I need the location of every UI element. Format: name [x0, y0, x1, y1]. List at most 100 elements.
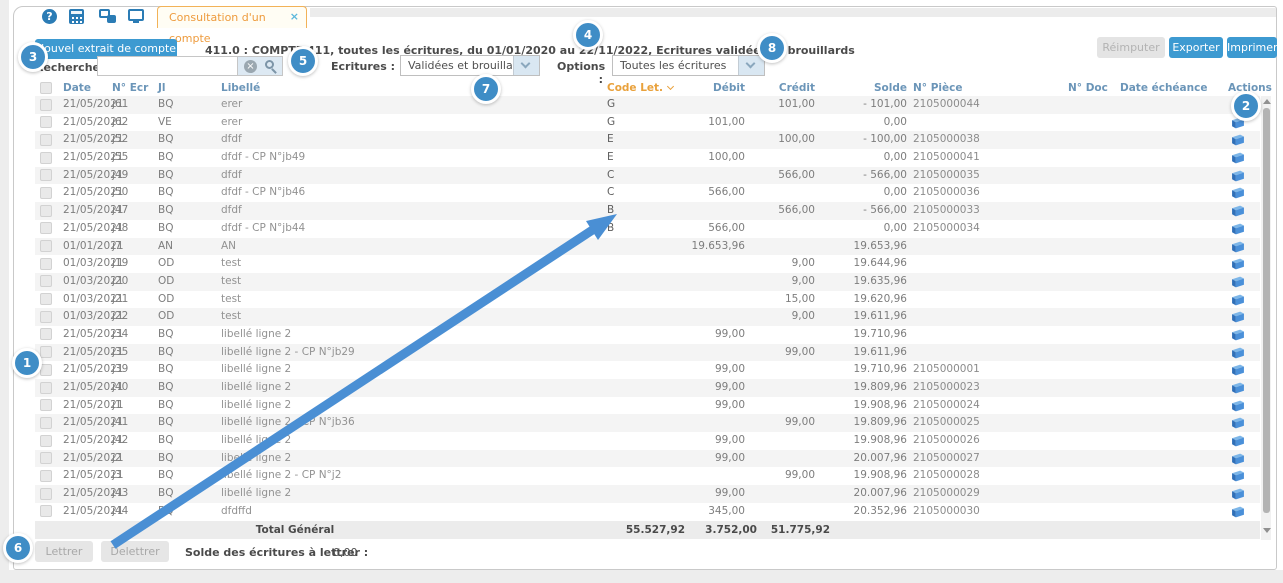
row-checkbox[interactable] [40, 222, 52, 234]
row-checkbox[interactable] [40, 328, 52, 340]
ledger-book-icon[interactable] [1231, 152, 1245, 164]
ledger-book-icon[interactable] [1231, 488, 1245, 500]
ledger-book-icon[interactable] [1231, 276, 1245, 288]
col-header-jl[interactable]: Jl [158, 82, 166, 94]
col-header-libelle[interactable]: Libellé [221, 82, 260, 94]
ledger-book-icon[interactable] [1231, 400, 1245, 412]
ledger-book-icon[interactable] [1231, 435, 1245, 447]
row-checkbox[interactable] [40, 240, 52, 252]
col-header-solde[interactable]: Solde [874, 82, 907, 94]
tab-close-icon[interactable]: × [290, 7, 299, 27]
ledger-book-icon[interactable] [1231, 470, 1245, 482]
table-row[interactable]: 01/03/2021j22ODtest9,0019.611,96 [35, 308, 1260, 326]
row-checkbox[interactable] [40, 399, 52, 411]
table-row[interactable]: 21/05/2021j2BQlibellé ligne 299,0020.007… [35, 450, 1260, 468]
ledger-book-icon[interactable] [1231, 187, 1245, 199]
monitor-icon[interactable] [128, 9, 144, 21]
select-all-checkbox[interactable] [40, 82, 52, 94]
ledger-book-icon[interactable] [1231, 134, 1245, 146]
table-row[interactable]: 01/03/2021j19ODtest9,0019.644,96 [35, 255, 1260, 273]
search-icon[interactable] [265, 60, 274, 69]
ledger-book-icon[interactable] [1231, 294, 1245, 306]
row-checkbox[interactable] [40, 311, 52, 323]
row-checkbox[interactable] [40, 435, 52, 447]
row-checkbox[interactable] [40, 364, 52, 376]
ledger-book-icon[interactable] [1231, 205, 1245, 217]
row-checkbox[interactable] [40, 275, 52, 287]
table-row[interactable]: 21/05/2021j55BQdfdf - CP N°jb49E100,000,… [35, 149, 1260, 167]
ledger-book-icon[interactable] [1231, 258, 1245, 270]
row-checkbox[interactable] [40, 452, 52, 464]
ledger-book-icon[interactable] [1231, 311, 1245, 323]
ledger-book-icon[interactable] [1231, 506, 1245, 518]
tab-consultation-compte[interactable]: Consultation d'un compte × [157, 6, 307, 28]
col-header-date[interactable]: Date [63, 82, 91, 94]
col-header-debit[interactable]: Débit [713, 82, 745, 94]
table-row[interactable]: 21/05/2021j48BQdfdf - CP N°jb44B566,000,… [35, 220, 1260, 238]
table-row[interactable]: 21/05/2021j42BQlibellé ligne 299,0019.90… [35, 432, 1260, 450]
table-row[interactable]: 21/05/2021j62VEererG101,000,00 [35, 114, 1260, 132]
ledger-book-icon[interactable] [1231, 417, 1245, 429]
ledger-book-icon[interactable] [1231, 241, 1245, 253]
ledger-book-icon[interactable] [1231, 382, 1245, 394]
chat-icon[interactable] [99, 9, 116, 24]
ledger-book-icon[interactable] [1231, 453, 1245, 465]
table-row[interactable]: 21/05/2021j1BQlibellé ligne 299,0019.908… [35, 397, 1260, 415]
row-checkbox[interactable] [40, 134, 52, 146]
table-row[interactable]: 01/03/2021j20ODtest9,0019.635,96 [35, 273, 1260, 291]
col-header-codelet[interactable]: Code Let. [607, 82, 673, 94]
delettrer-button[interactable]: Delettrer [101, 541, 169, 562]
row-checkbox[interactable] [40, 488, 52, 500]
table-row[interactable]: 21/05/2021j44BQdfdffd345,0020.352,962105… [35, 503, 1260, 521]
table-row[interactable]: 21/05/2021j3BQlibellé ligne 2 - CP N°j29… [35, 467, 1260, 485]
row-checkbox[interactable] [40, 417, 52, 429]
table-row[interactable]: 21/05/2021j40BQlibellé ligne 299,0019.80… [35, 379, 1260, 397]
clear-search-icon[interactable]: × [244, 60, 257, 73]
options-select[interactable]: Toutes les écritures [612, 55, 765, 76]
reimpute-button[interactable]: Réimputer [1097, 37, 1165, 58]
row-checkbox[interactable] [40, 99, 52, 111]
help-icon[interactable]: ? [42, 9, 57, 24]
chevron-down-icon[interactable] [513, 56, 539, 75]
row-checkbox[interactable] [40, 505, 52, 517]
ecritures-select[interactable]: Validées et brouillards [400, 55, 540, 76]
print-button[interactable]: Imprimer [1227, 37, 1277, 58]
ledger-book-icon[interactable] [1231, 329, 1245, 341]
col-header-necr[interactable]: N° Ecr [112, 82, 148, 94]
col-header-credit[interactable]: Crédit [779, 82, 815, 94]
lettrer-button[interactable]: Lettrer [35, 541, 93, 562]
table-row[interactable]: 21/05/2021j61BQererG101,00- 101,00210500… [35, 96, 1260, 114]
table-row[interactable]: 21/05/2021j49BQdfdfC566,00- 566,00210500… [35, 167, 1260, 185]
row-checkbox[interactable] [40, 187, 52, 199]
table-row[interactable]: 21/05/2021j39BQlibellé ligne 299,0019.71… [35, 361, 1260, 379]
row-checkbox[interactable] [40, 116, 52, 128]
row-checkbox[interactable] [40, 293, 52, 305]
table-row[interactable]: 21/05/2021j43BQlibellé ligne 299,0020.00… [35, 485, 1260, 503]
scroll-up-icon[interactable] [1263, 99, 1271, 104]
row-checkbox[interactable] [40, 169, 52, 181]
calculator-icon[interactable] [69, 9, 84, 24]
row-checkbox[interactable] [40, 346, 52, 358]
col-header-echeance[interactable]: Date échéance [1120, 82, 1207, 94]
table-row[interactable]: 21/05/2021j41BQlibellé ligne 2 - CP N°jb… [35, 414, 1260, 432]
table-row[interactable]: 21/05/2021j47BQdfdfB566,00- 566,00210500… [35, 202, 1260, 220]
row-checkbox[interactable] [40, 152, 52, 164]
ledger-book-icon[interactable] [1231, 170, 1245, 182]
col-header-ndoc[interactable]: N° Doc [1068, 82, 1108, 94]
row-checkbox[interactable] [40, 382, 52, 394]
table-row[interactable]: 21/05/2021j34BQlibellé ligne 299,0019.71… [35, 326, 1260, 344]
table-row[interactable]: 01/01/2021j7ANAN19.653,9619.653,96 [35, 238, 1260, 256]
table-row[interactable]: 21/05/2021j50BQdfdf - CP N°jb46C566,000,… [35, 184, 1260, 202]
row-checkbox[interactable] [40, 470, 52, 482]
ledger-book-icon[interactable] [1231, 347, 1245, 359]
col-header-npiece[interactable]: N° Pièce [913, 82, 962, 94]
ledger-book-icon[interactable] [1231, 364, 1245, 376]
chevron-down-icon[interactable] [738, 56, 764, 75]
row-checkbox[interactable] [40, 205, 52, 217]
table-row[interactable]: 21/05/2021j52BQdfdfE100,00- 100,00210500… [35, 131, 1260, 149]
table-row[interactable]: 21/05/2021j35BQlibellé ligne 2 - CP N°jb… [35, 344, 1260, 362]
scroll-down-icon[interactable] [1263, 528, 1271, 533]
search-input[interactable] [97, 56, 237, 76]
table-row[interactable]: 01/03/2021j21ODtest15,0019.620,96 [35, 291, 1260, 309]
row-checkbox[interactable] [40, 258, 52, 270]
